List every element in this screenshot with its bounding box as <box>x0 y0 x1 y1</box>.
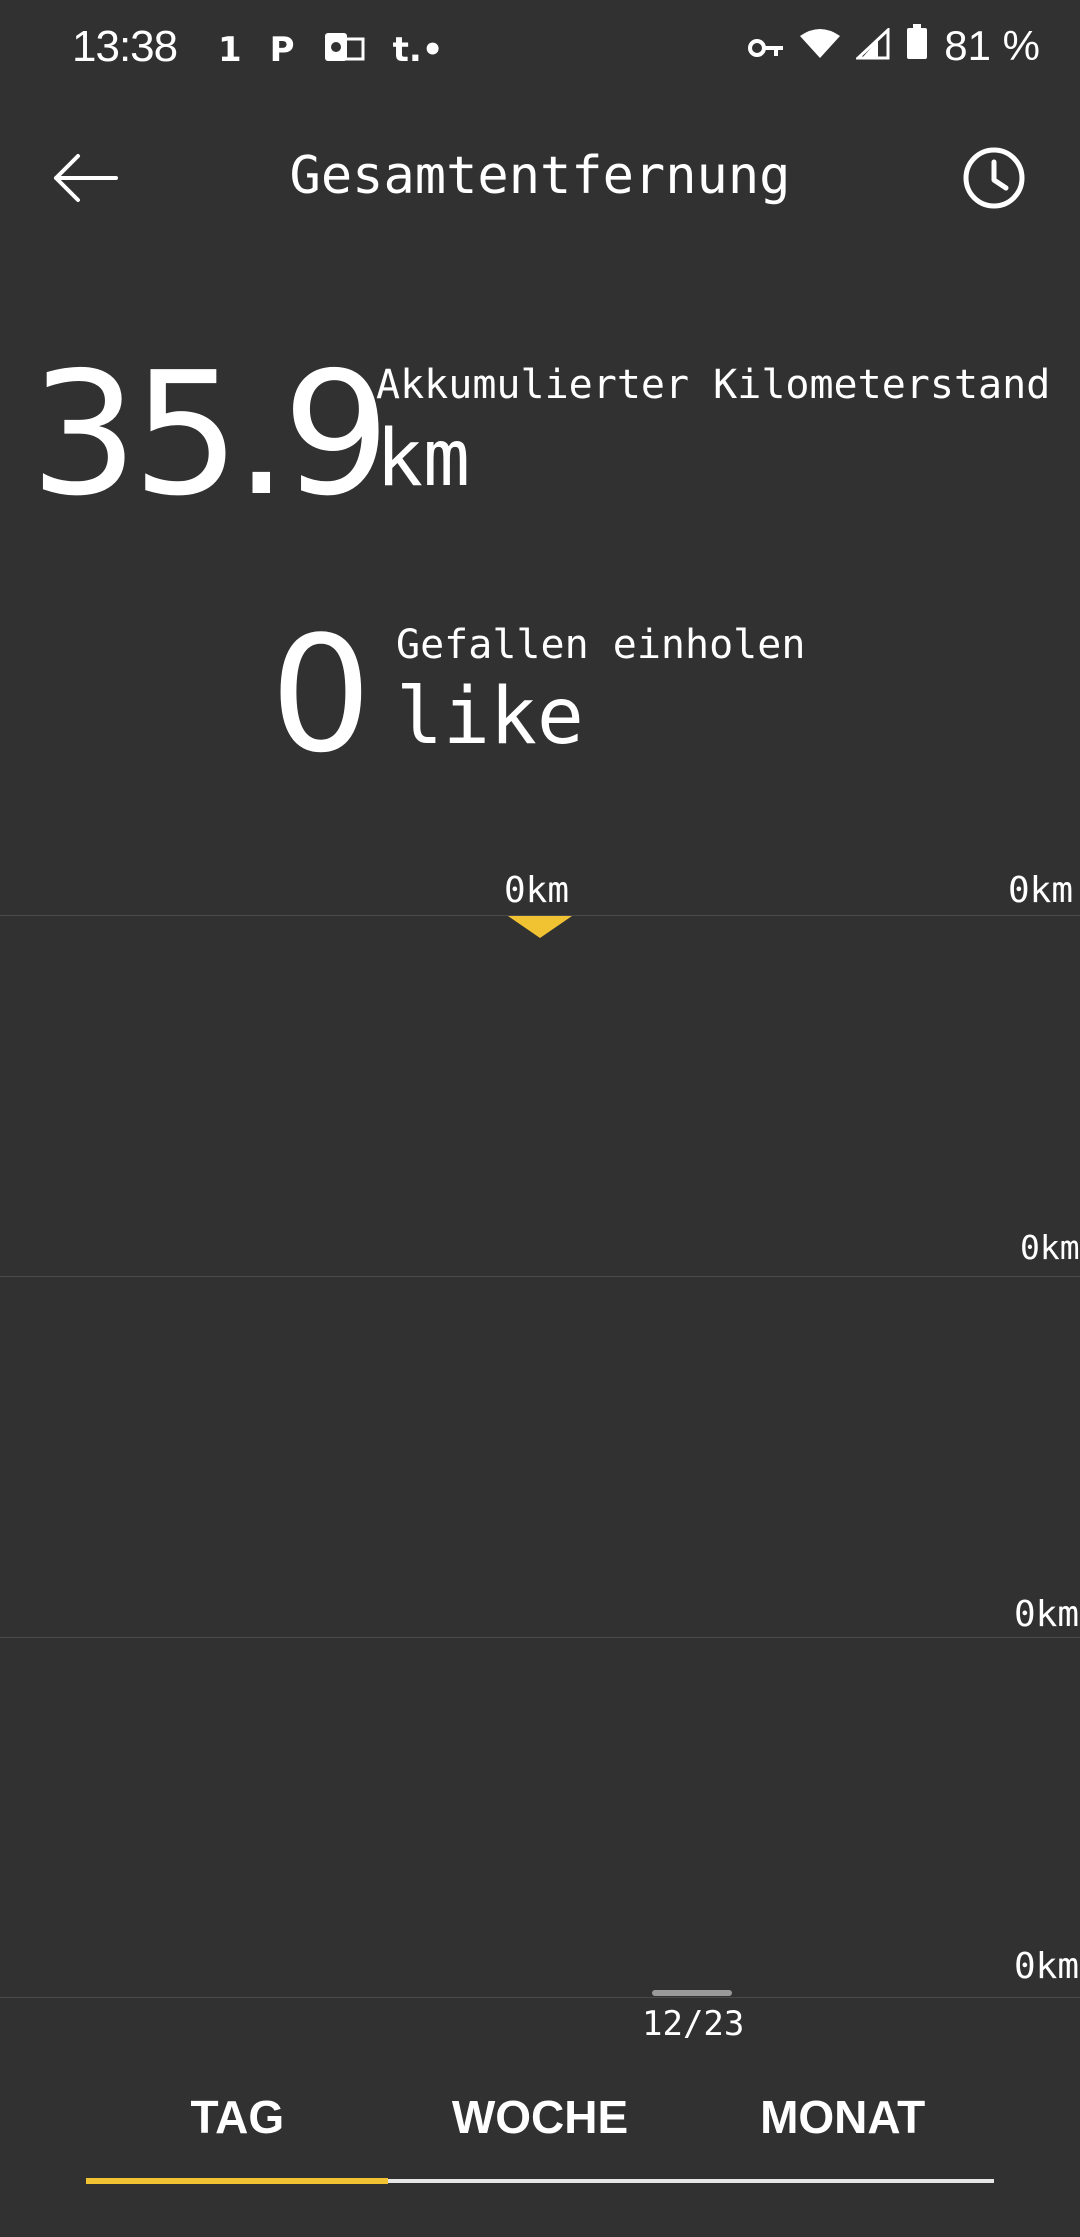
signal-icon <box>854 22 890 70</box>
chart-grid-label-3: 0km <box>1014 1946 1080 1987</box>
period-tabs: TAG WOCHE MONAT <box>86 2090 994 2184</box>
chart-grid-line-2 <box>0 1637 1080 1638</box>
clock-icon <box>963 147 1025 209</box>
catch-up-unit: like <box>396 672 584 762</box>
chart-grid-line-top <box>0 915 1080 916</box>
battery-percent: 81 % <box>944 22 1040 69</box>
total-distance-unit: km <box>376 414 470 504</box>
chart-grid-line-bottom <box>0 1997 1080 1998</box>
chart-grid-label-2: 0km <box>1014 1594 1080 1635</box>
total-distance-label: Akkumulierter Kilometerstand <box>376 362 1051 408</box>
chart-top-right-label: 0km <box>1008 870 1074 911</box>
tab-monat[interactable]: MONAT <box>691 2090 994 2184</box>
total-distance-value: 35.9 <box>30 336 391 534</box>
chart-selection-marker <box>508 916 572 938</box>
catch-up-value: 0 <box>270 601 372 788</box>
paypal-icon: P <box>269 30 295 70</box>
outlook-icon <box>323 31 365 69</box>
tab-tag[interactable]: TAG <box>86 2090 389 2184</box>
status-left-icons: 1 P t.• <box>218 28 444 72</box>
status-time: 13:38 <box>72 22 178 71</box>
tab-active-indicator <box>86 2178 388 2184</box>
tab-woche[interactable]: WOCHE <box>389 2090 692 2184</box>
fitness-1-icon: 1 <box>218 30 242 70</box>
chart-scroll-handle[interactable] <box>652 1990 732 1996</box>
chart-date-label: 12/23 <box>642 2004 745 2044</box>
page-title: Gesamtentfernung <box>289 146 791 206</box>
telekom-icon: t.• <box>392 30 444 70</box>
history-button[interactable] <box>954 140 1034 220</box>
catch-up-label: Gefallen einholen <box>396 622 806 668</box>
battery-icon <box>906 22 928 70</box>
wifi-icon <box>800 22 841 70</box>
status-right: 81 % <box>748 22 1040 70</box>
chart-grid-line-1 <box>0 1276 1080 1277</box>
chart-marker-label: 0km <box>504 870 570 911</box>
key-icon <box>748 22 784 70</box>
chart-grid-label-1: 0km <box>1020 1228 1080 1267</box>
